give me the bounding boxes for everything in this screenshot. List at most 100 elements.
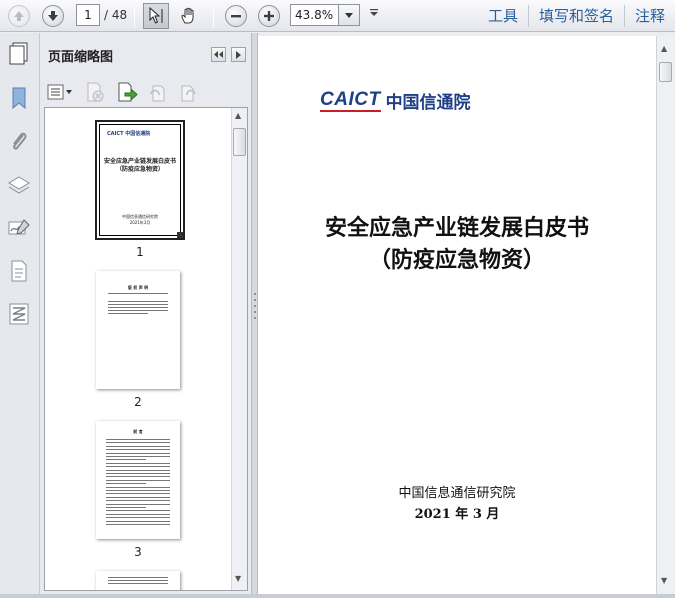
- thumbnail-options-button[interactable]: [46, 81, 74, 103]
- page-thumbnails-panel: 页面缩略图 CAICT 中国信通院 安全应急产业链发展白皮书 （防疫应急物资） …: [40, 33, 251, 598]
- insert-pages-button[interactable]: [116, 81, 138, 103]
- thumb-text-line: [106, 493, 170, 495]
- thumb-text-line: [106, 490, 170, 491]
- thumb-text-line: [106, 462, 170, 464]
- thumb-text-line: [106, 459, 146, 461]
- panel-options-button[interactable]: [231, 47, 246, 62]
- thumb-view-marker[interactable]: [177, 232, 183, 238]
- zoom-in-button[interactable]: [257, 4, 281, 28]
- scroll-down-icon[interactable]: ▼: [235, 574, 241, 583]
- thumb-text-line: [106, 517, 170, 519]
- bookmarks-panel-button[interactable]: [6, 85, 32, 111]
- thumb-text-line: [108, 307, 168, 308]
- scroll-up-icon[interactable]: ▲: [661, 44, 667, 53]
- thumb-text-line: [106, 513, 170, 515]
- scroll-down-icon[interactable]: ▼: [661, 576, 667, 585]
- pages-panel-button[interactable]: [6, 41, 32, 67]
- thumbnail-toolbar: [40, 79, 251, 105]
- thumb-text-line: [106, 507, 146, 508]
- page-number-input[interactable]: 1: [76, 4, 100, 26]
- thumb-text-line: [106, 445, 170, 447]
- rotate-left-button[interactable]: [146, 81, 168, 103]
- panel-title: 页面缩略图: [48, 50, 114, 65]
- panel-splitter[interactable]: [251, 33, 258, 598]
- document-page[interactable]: CAICT 中国信通院 安全应急产业链发展白皮书 （防疫应急物资） 中国信息通信…: [258, 36, 656, 594]
- hand-tool-button[interactable]: [177, 4, 201, 28]
- scrollbar-thumb[interactable]: [659, 62, 672, 82]
- task-panes: 工具 填写和签名 注释: [478, 0, 675, 31]
- page-thumbnail-1[interactable]: CAICT 中国信通院 安全应急产业链发展白皮书 （防疫应急物资） 中国信息通信…: [95, 120, 185, 240]
- thumb-subtitle: （防疫应急物资）: [115, 166, 164, 173]
- select-cursor-icon: [149, 7, 163, 24]
- delete-page-icon: [87, 82, 104, 102]
- thumb-text-line: [106, 510, 170, 512]
- page-thumbnail-2[interactable]: 版 权 声 明: [96, 271, 180, 389]
- thumb-text-line: [106, 496, 170, 498]
- collapse-panel-button[interactable]: [211, 47, 226, 62]
- thumbnail-scrollbar[interactable]: ▲ ▼: [231, 108, 247, 590]
- hand-icon: [181, 7, 194, 24]
- thumbnail-list[interactable]: CAICT 中国信通院 安全应急产业链发展白皮书 （防疫应急物资） 中国信息通信…: [44, 107, 248, 591]
- previous-page-button[interactable]: [7, 4, 31, 28]
- document-subtitle: （防疫应急物资）: [368, 248, 545, 273]
- document-organization: 中国信息通信研究院: [398, 486, 516, 501]
- thumb-text-line: [106, 503, 170, 505]
- articles-panel-button[interactable]: [6, 301, 32, 327]
- thumb-text-line: [106, 466, 170, 468]
- zoom-dropdown-button[interactable]: [338, 4, 360, 26]
- thumb-logo: CAICT 中国信通院: [107, 131, 151, 137]
- thumb-text-line: [106, 449, 170, 451]
- rotate-right-button[interactable]: [178, 81, 200, 103]
- thumb-date: 2021年3月: [129, 220, 151, 225]
- page-thumbnail-3[interactable]: 前 言: [96, 421, 180, 539]
- thumb-text-line: [106, 520, 170, 522]
- content-panel-button[interactable]: [6, 258, 32, 284]
- thumb-2-heading: 版 权 声 明: [127, 285, 149, 290]
- fill-sign-link[interactable]: 填写和签名: [527, 4, 624, 27]
- next-page-button[interactable]: [41, 4, 65, 28]
- attachment-icon: [13, 132, 27, 150]
- thumb-text-line: [108, 301, 168, 302]
- previous-page-icon: [8, 5, 30, 27]
- thumb-text-line: [106, 442, 170, 444]
- page-content-icon: [11, 260, 27, 282]
- bookmark-icon: [12, 87, 26, 110]
- navigation-rail: [0, 33, 40, 598]
- signatures-panel-button[interactable]: [6, 215, 32, 241]
- thumb-text-line: [106, 476, 170, 478]
- rotate-left-icon: [150, 85, 165, 102]
- zoom-in-icon: [258, 5, 280, 27]
- layers-icon: [8, 176, 30, 194]
- caict-logo: CAICT 中国信通院: [320, 88, 471, 113]
- splitter-grip: [254, 311, 256, 313]
- attachments-panel-button[interactable]: [6, 129, 32, 155]
- delete-pages-button[interactable]: [84, 81, 106, 103]
- layers-panel-button[interactable]: [6, 172, 32, 198]
- thumb-text-line: [108, 577, 168, 578]
- thumb-text-line: [106, 439, 170, 440]
- more-tools-button[interactable]: [370, 9, 378, 20]
- rotate-right-icon: [181, 85, 196, 102]
- comment-link[interactable]: 注释: [623, 4, 675, 27]
- select-tool-button[interactable]: [143, 3, 169, 29]
- options-menu-icon: [47, 84, 72, 100]
- zoom-level-input[interactable]: 43.8%: [290, 4, 338, 26]
- thumb-text-line: [106, 473, 170, 474]
- page-thumbnail-4[interactable]: [96, 571, 180, 590]
- zoom-out-button[interactable]: [224, 4, 248, 28]
- scrollbar-thumb[interactable]: [233, 128, 246, 156]
- thumb-text-line: [106, 524, 170, 525]
- article-icon: [9, 303, 29, 325]
- zoom-out-icon: [225, 5, 247, 27]
- splitter-grip: [254, 305, 256, 307]
- scroll-up-icon[interactable]: ▲: [235, 111, 241, 120]
- thumb-text-line: [108, 310, 168, 311]
- thumbnail-label: 2: [134, 395, 142, 409]
- document-scrollbar[interactable]: ▲ ▼: [656, 36, 675, 594]
- tools-link[interactable]: 工具: [478, 5, 528, 27]
- thumb-text-line: [108, 313, 148, 314]
- thumb-text-line: [106, 469, 170, 471]
- splitter-grip: [254, 293, 256, 295]
- thumb-text-line: [106, 456, 170, 457]
- thumb-2-rule: [108, 293, 168, 294]
